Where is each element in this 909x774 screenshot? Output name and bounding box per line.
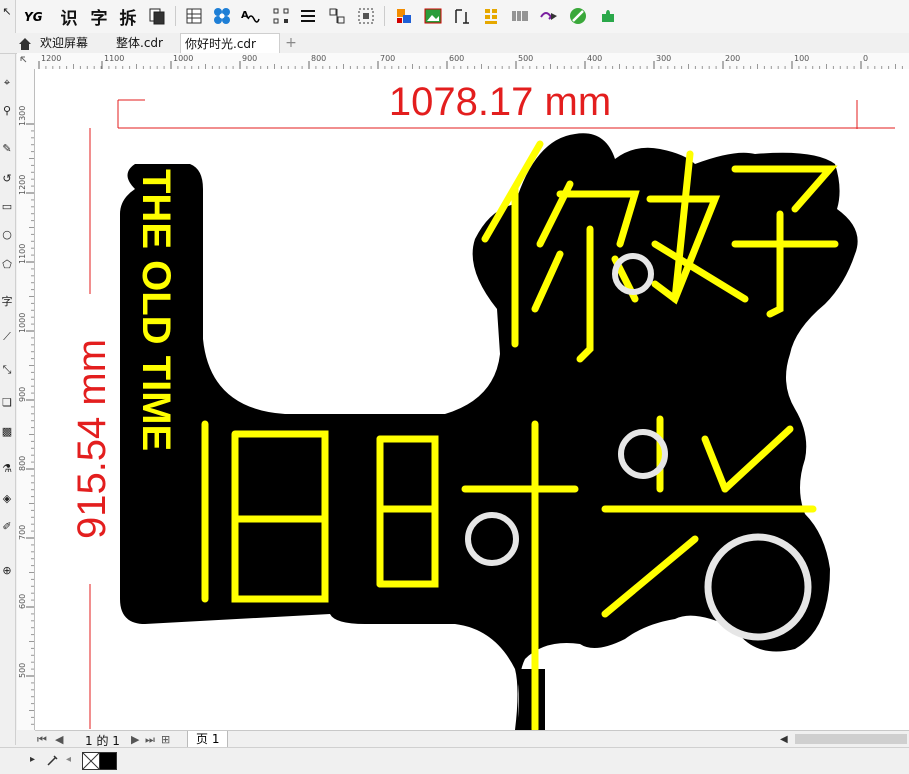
ruler-tick-label: 800 [18, 456, 27, 471]
tab-welcome[interactable]: 欢迎屏幕 [36, 33, 92, 53]
text-tool-button-zi[interactable]: 字 [88, 5, 110, 29]
palette-scroll-left-icon[interactable]: ◂ [66, 754, 71, 765]
ruler-tick-label: 1200 [18, 175, 27, 195]
dimension-label-horizontal[interactable]: 1078.17 mm [389, 80, 611, 124]
color-bars-icon[interactable] [480, 5, 502, 27]
document-tabs: 欢迎屏幕 整体.cdr 你好时光.cdr + [0, 33, 909, 54]
no-fill-swatch[interactable] [82, 752, 100, 770]
ruler-tick-label: 700 [380, 54, 395, 63]
palette-menu-icon[interactable]: ▸ [30, 754, 35, 765]
barcode-icon[interactable] [509, 5, 531, 27]
dimension-label-vertical[interactable]: 915.54 mm [70, 339, 114, 539]
fill-tool-icon[interactable]: ◈ [0, 492, 14, 506]
vertical-ruler[interactable]: 1300 1200 1100 1000 900 800 700 600 500 [17, 69, 35, 730]
node-icon[interactable] [270, 5, 292, 27]
wave-text-icon[interactable]: A [239, 5, 261, 27]
toolbar-divider [384, 6, 385, 26]
text-tool-button-chai[interactable]: 拆 [117, 5, 139, 29]
page-tab[interactable]: 页 1 [187, 731, 229, 748]
last-page-icon[interactable]: ⏭ [145, 733, 155, 747]
ruler-tick-label: 300 [656, 54, 671, 63]
svg-text:A: A [241, 10, 249, 21]
color-swatch-icon[interactable] [393, 5, 415, 27]
eyedropper-icon[interactable] [46, 752, 60, 771]
add-tab-button[interactable]: + [280, 33, 302, 53]
object-grid-icon[interactable] [211, 5, 233, 27]
sign-board-shape[interactable] [120, 133, 858, 730]
rectangle-tool-icon[interactable]: ▭ [0, 200, 14, 214]
ruler-tick-label: 900 [18, 387, 27, 402]
outline-tool-icon[interactable]: ✐ [0, 520, 14, 534]
ellipse-tool-icon[interactable]: ○ [0, 228, 14, 242]
puzzle-icon[interactable] [597, 5, 619, 27]
artistic-tool-icon[interactable]: ↺ [0, 172, 14, 186]
ruler-tick-label: 1000 [18, 313, 27, 333]
table-icon[interactable] [183, 5, 205, 27]
ruler-tick-label: 500 [518, 54, 533, 63]
color-palette-bar: ▸ ◂ [0, 747, 909, 774]
image-frame-icon[interactable] [422, 5, 444, 27]
ruler-tick-label: 700 [18, 525, 27, 540]
prev-page-icon[interactable]: ◀ [55, 733, 63, 746]
ruler-corner[interactable] [17, 53, 36, 70]
svg-text:YG: YG [24, 10, 43, 24]
ruler-tick-label: 0 [863, 54, 868, 63]
next-page-icon[interactable]: ▶ [131, 733, 139, 746]
first-page-icon[interactable]: ⏮ [37, 733, 47, 747]
black-swatch[interactable] [99, 752, 117, 770]
ruler-tick-label: 500 [18, 663, 27, 678]
ruler-tick-label: 1000 [173, 54, 193, 63]
ruler-tick-label: 600 [449, 54, 464, 63]
ruler-tick-label: 1200 [41, 54, 61, 63]
vertical-text-the-old-time[interactable]: THE OLD TIME [134, 169, 178, 451]
drawing-canvas[interactable]: 1078.17 mm 915.54 mm THE OLD TIME [35, 69, 909, 730]
text-tool-icon[interactable]: 字 [0, 295, 14, 309]
horizontal-scrollbar[interactable] [795, 734, 907, 744]
horizontal-ruler-ticks: 1200 1100 1000 900 800 700 600 500 400 300 200 100 0 [38, 54, 903, 69]
select-frame-icon[interactable] [355, 5, 377, 27]
horizontal-ruler[interactable]: 1200 1100 1000 900 800 700 600 500 400 300 200 100 0 [35, 53, 909, 70]
text-align-icon[interactable] [451, 5, 473, 27]
eyedropper-tool-icon[interactable]: ⚗ [0, 462, 14, 476]
shadow-tool-icon[interactable]: ❏ [0, 396, 14, 410]
arrow-morph-icon[interactable] [538, 5, 560, 27]
ruler-tick-label: 200 [725, 54, 740, 63]
ruler-tick-label: 800 [311, 54, 326, 63]
ruler-tick-label: 1100 [104, 54, 124, 63]
transparency-tool-icon[interactable]: ▩ [0, 425, 14, 439]
yg-logo-icon[interactable]: YG [22, 5, 46, 27]
main-toolbar: YG 识 字 拆 A [0, 0, 909, 34]
text-tool-button-shi[interactable]: 识 [58, 5, 80, 29]
tab-zhengti[interactable]: 整体.cdr [112, 33, 167, 53]
ruler-tick-label: 1300 [18, 106, 27, 126]
artwork-svg: 1078.17 mm 915.54 mm THE OLD TIME [69, 80, 895, 730]
ruler-tick-label: 400 [587, 54, 602, 63]
freehand-tool-icon[interactable]: ✎ [0, 142, 14, 156]
add-tool-icon[interactable]: ⊕ [0, 564, 14, 578]
page-navigation-bar: ⏮ ◀ 1 的 1 ▶ ⏭ ⊞ 页 1 ◀ [35, 730, 909, 748]
left-toolbox: ↖ ⌖ ⚲ ✎ ↺ ▭ ○ ⬠ 字 ⟋ ⤡ ❏ ▩ ⚗ ◈ ✐ ⊕ [0, 0, 16, 745]
ruler-tick-label: 100 [794, 54, 809, 63]
shape-tool-icon[interactable]: ⌖ [0, 76, 14, 90]
ruler-tick-label: 1100 [18, 244, 27, 264]
ruler-tick-label: 900 [242, 54, 257, 63]
vertical-ruler-ticks: 1300 1200 1100 1000 900 800 700 600 500 [18, 106, 34, 725]
ruler-tick-label: 600 [18, 594, 27, 609]
distribute-icon[interactable] [326, 5, 348, 27]
zoom-tool-icon[interactable]: ⚲ [0, 104, 14, 118]
add-page-icon[interactable]: ⊞ [161, 733, 170, 746]
scroll-left-icon[interactable]: ◀ [780, 734, 790, 745]
connector-tool-icon[interactable]: ⤡ [0, 363, 14, 377]
toolbar-divider [175, 6, 176, 26]
align-lines-icon[interactable] [297, 5, 319, 27]
pick-tool-icon[interactable]: ↖ [0, 5, 14, 19]
green-knife-icon[interactable] [567, 5, 589, 27]
dimension-tool-icon[interactable]: ⟋ [0, 330, 14, 344]
copy-icon[interactable] [146, 5, 168, 27]
polygon-tool-icon[interactable]: ⬠ [0, 258, 14, 272]
tab-nihaoshiguang[interactable]: 你好时光.cdr [180, 33, 280, 54]
